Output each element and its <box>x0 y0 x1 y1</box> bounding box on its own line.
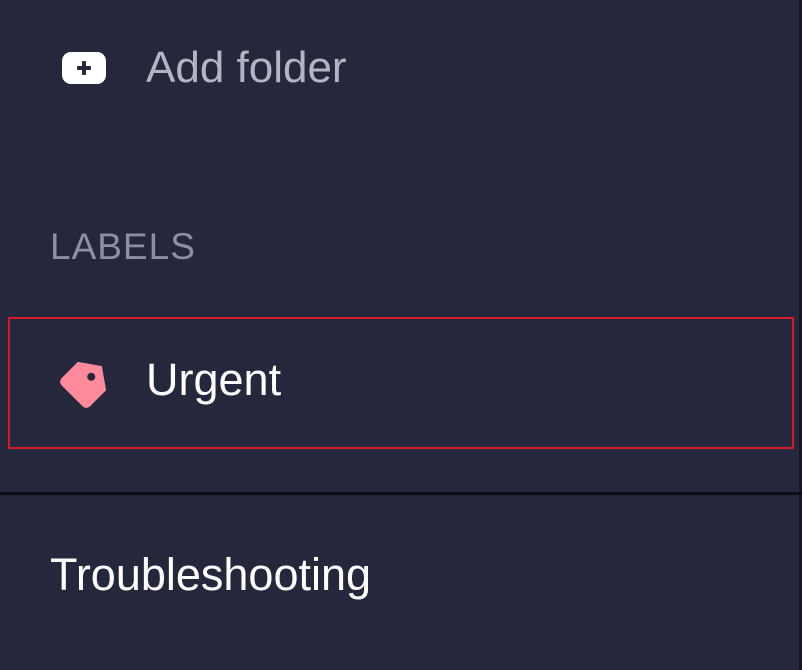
label-item-urgent-text: Urgent <box>146 354 282 405</box>
plus-square-icon <box>62 52 106 84</box>
section-divider <box>0 492 802 495</box>
tag-icon <box>60 354 114 408</box>
label-item-urgent[interactable]: Urgent <box>8 317 794 449</box>
labels-section-heading: LABELS <box>50 226 196 267</box>
add-folder-button[interactable]: Add folder <box>62 44 347 92</box>
add-folder-label: Add folder <box>146 43 347 92</box>
troubleshooting-link[interactable]: Troubleshooting <box>50 552 371 597</box>
